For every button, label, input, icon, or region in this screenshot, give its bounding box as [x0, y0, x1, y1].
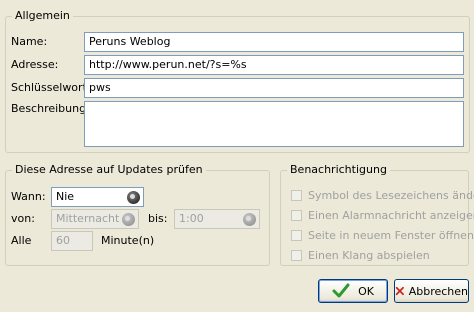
- when-label: Wann:: [11, 190, 46, 203]
- checkbox-label: Seite in neuem Fenster öffnen: [308, 228, 474, 242]
- from-label: von:: [11, 212, 35, 225]
- notification-group-title: Benachrichtigung: [287, 163, 390, 177]
- from-select-value: Mitternacht: [56, 212, 120, 225]
- notify-alarm-checkbox[interactable]: Einen Alarmnachricht anzeigen: [291, 208, 474, 222]
- address-field[interactable]: http://www.perun.net/?s=%s: [84, 55, 464, 75]
- dropdown-arrow-icon[interactable]: [243, 213, 256, 226]
- checkbox-label: Symbol des Lesezeichens ändern: [308, 188, 474, 202]
- notify-new-window-checkbox[interactable]: Seite in neuem Fenster öffnen: [291, 228, 474, 242]
- checkbox-icon[interactable]: [291, 249, 302, 261]
- to-select-value: 1:00: [179, 212, 204, 225]
- checkbox-icon[interactable]: [291, 229, 302, 241]
- cancel-button-label: Abbrechen: [408, 284, 468, 298]
- ok-button-label: OK: [358, 284, 374, 298]
- general-group-title: Allgemein: [12, 9, 73, 23]
- checkbox-icon[interactable]: [291, 189, 302, 201]
- when-select[interactable]: Nie: [51, 187, 144, 207]
- name-field[interactable]: Peruns Weblog: [84, 32, 464, 52]
- keyword-field[interactable]: pws: [84, 78, 464, 98]
- checkbox-label: Einen Alarmnachricht anzeigen: [308, 208, 474, 222]
- address-label: Adresse:: [11, 58, 59, 71]
- every-label: Alle: [11, 234, 32, 247]
- to-label: bis:: [148, 212, 168, 225]
- cancel-button[interactable]: Abbrechen: [394, 279, 469, 303]
- ok-button[interactable]: OK: [318, 279, 388, 303]
- interval-field[interactable]: 60: [51, 231, 93, 251]
- name-label: Name:: [11, 35, 48, 48]
- checkbox-label: Einen Klang abspielen: [308, 248, 430, 262]
- description-field[interactable]: [84, 101, 464, 147]
- checkmark-icon: [332, 283, 350, 298]
- dropdown-arrow-icon[interactable]: [127, 191, 140, 204]
- to-select[interactable]: 1:00: [174, 209, 260, 229]
- when-select-value: Nie: [56, 190, 75, 203]
- notify-change-icon-checkbox[interactable]: Symbol des Lesezeichens ändern: [291, 188, 474, 202]
- x-icon: [395, 286, 404, 296]
- updates-group-title: Diese Adresse auf Updates prüfen: [12, 163, 206, 177]
- interval-unit-label: Minute(n): [101, 234, 155, 247]
- from-select[interactable]: Mitternacht: [51, 209, 139, 229]
- dropdown-arrow-icon[interactable]: [122, 213, 135, 226]
- checkbox-icon[interactable]: [291, 209, 302, 221]
- description-label: Beschreibung:: [11, 102, 90, 115]
- notify-sound-checkbox[interactable]: Einen Klang abspielen: [291, 248, 430, 262]
- keyword-label: Schlüsselwort:: [11, 81, 91, 94]
